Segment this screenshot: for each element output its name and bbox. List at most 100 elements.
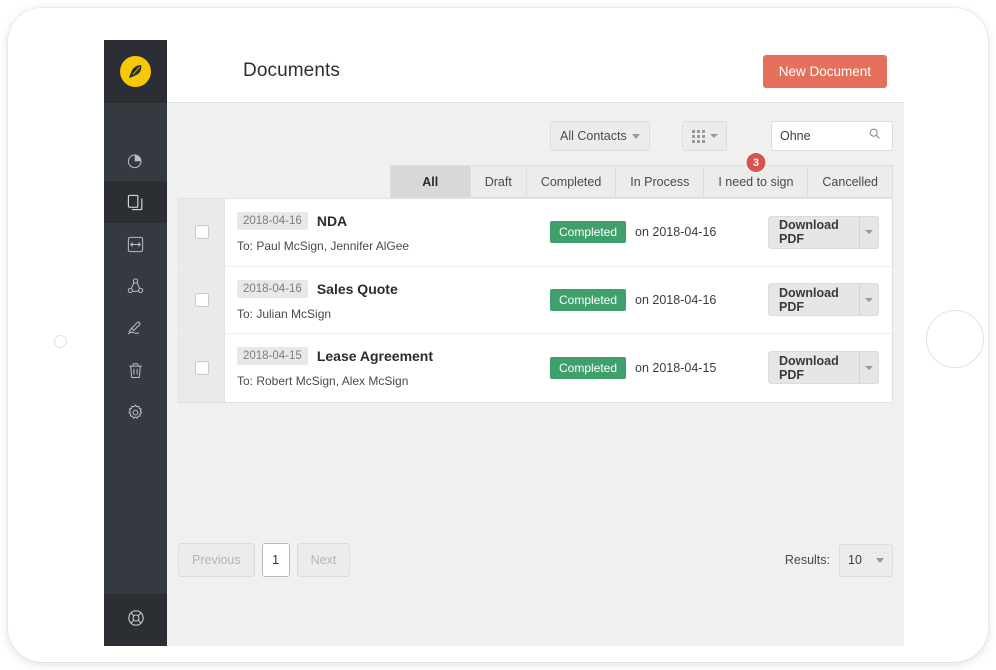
- search-box[interactable]: [771, 121, 893, 151]
- new-document-button[interactable]: New Document: [762, 55, 887, 88]
- tab-badge-count: 3: [745, 152, 767, 173]
- template-icon: [126, 235, 145, 254]
- status-badge: Completed: [550, 356, 627, 379]
- status-badge: Completed: [550, 288, 627, 311]
- document-date: 2018-04-15: [237, 347, 308, 365]
- document-info: 2018-04-15 Lease Agreement To: Robert McSi…: [225, 334, 550, 402]
- row-checkbox[interactable]: [194, 292, 209, 307]
- download-pdf-button[interactable]: Download PDF: [769, 217, 859, 248]
- pagination: Previous 1 Next Results: 10: [178, 543, 893, 577]
- tab-label: Completed: [540, 174, 602, 189]
- app-screen: Documents New Document All Contacts Ohne…: [104, 40, 904, 646]
- sidebar-item-help[interactable]: [104, 594, 167, 646]
- tabs-container: All Draft Completed In Process I need to sig…: [167, 152, 904, 198]
- search-input[interactable]: [780, 129, 868, 143]
- download-options-dropdown[interactable]: [858, 284, 878, 316]
- download-options-dropdown[interactable]: [858, 352, 878, 384]
- content-area: All Contacts Ohne All Draft Completed In…: [167, 103, 904, 646]
- sidebar-item-trash[interactable]: [104, 349, 167, 391]
- feather-quill-icon: [120, 56, 151, 87]
- document-name[interactable]: NDA: [317, 213, 347, 229]
- contacts-filter-dropdown[interactable]: All Contacts: [550, 121, 650, 151]
- row-checkbox[interactable]: [194, 225, 209, 240]
- document-info: 2018-04-16 Sales Quote To: Julian McSign: [225, 267, 550, 334]
- tab-i-need-to-sign[interactable]: I need to sign 3: [704, 152, 809, 198]
- filter-tabs: All Draft Completed In Process I need to sig…: [389, 152, 893, 198]
- download-pdf-button[interactable]: Download PDF: [769, 284, 859, 315]
- document-date: 2018-04-16: [237, 212, 308, 230]
- results-count-dropdown[interactable]: 10: [839, 543, 893, 577]
- next-page-button[interactable]: Next: [296, 543, 351, 577]
- lifebuoy-icon: [126, 608, 146, 633]
- documents-table: 2018-04-16 NDA To: Paul McSign, Jennifer A…: [178, 198, 893, 403]
- table-row[interactable]: 2018-04-15 Lease Agreement To: Robert McSi…: [179, 334, 892, 402]
- row-select-cell: [179, 334, 225, 402]
- page-title: Documents: [243, 60, 340, 81]
- page-number-1[interactable]: 1: [261, 543, 290, 577]
- sidebar-item-templates[interactable]: [104, 223, 167, 265]
- download-pdf-button-group[interactable]: Download PDF: [768, 351, 879, 385]
- chevron-down-icon: [864, 365, 873, 370]
- chevron-down-icon: [632, 133, 640, 139]
- status-date: on 2018-04-16: [635, 292, 717, 307]
- home-button[interactable]: [926, 310, 984, 368]
- status-date: on 2018-04-16: [635, 225, 717, 240]
- app-logo[interactable]: [104, 40, 167, 103]
- tab-cancelled[interactable]: Cancelled: [808, 165, 893, 198]
- sidebar-item-dashboard[interactable]: [104, 139, 167, 181]
- chevron-down-icon: [876, 557, 884, 563]
- view-toggle-button[interactable]: [682, 121, 727, 151]
- sidebar-item-documents[interactable]: [104, 181, 167, 223]
- document-date: 2018-04-16: [237, 279, 308, 298]
- toolbar: All Contacts: [167, 103, 904, 168]
- contacts-group-icon: [126, 277, 145, 296]
- document-info: 2018-04-16 NDA To: Paul McSign, Jennifer A…: [225, 199, 550, 266]
- document-name[interactable]: Sales Quote: [317, 281, 398, 297]
- tab-in-process[interactable]: In Process: [616, 165, 705, 198]
- document-status-cell: Completed on 2018-04-16: [550, 199, 768, 266]
- download-options-dropdown[interactable]: [858, 216, 878, 248]
- sidebar-item-signatures[interactable]: [104, 307, 167, 349]
- document-recipients: To: Julian McSign: [237, 306, 332, 321]
- tab-all[interactable]: All: [389, 165, 471, 198]
- camera-icon: [54, 335, 67, 348]
- sidebar-item-contacts[interactable]: [104, 265, 167, 307]
- tab-completed[interactable]: Completed: [526, 165, 617, 198]
- tab-draft[interactable]: Draft: [470, 165, 527, 198]
- document-recipients: To: Paul McSign, Jennifer AlGee: [237, 239, 410, 253]
- tablet-frame: Documents New Document All Contacts Ohne…: [8, 8, 988, 662]
- results-count-value: 10: [848, 553, 862, 567]
- gear-icon: [126, 403, 145, 422]
- app-header: Documents New Document: [167, 40, 904, 103]
- document-action-cell: Download PDF: [768, 267, 892, 334]
- document-action-cell: Download PDF: [768, 334, 892, 402]
- grid-view-icon: [691, 129, 705, 143]
- row-checkbox[interactable]: [194, 360, 209, 375]
- hand-sign-icon: [126, 319, 145, 338]
- results-label: Results:: [784, 553, 830, 567]
- document-recipients: To: Robert McSign, Alex McSign: [237, 374, 409, 388]
- search-icon[interactable]: [868, 127, 881, 145]
- pie-chart-icon: [126, 151, 145, 170]
- status-badge: Completed: [550, 221, 627, 244]
- download-pdf-button-group[interactable]: Download PDF: [768, 215, 879, 249]
- chevron-down-icon: [864, 297, 873, 302]
- tab-label: All: [422, 174, 439, 189]
- download-pdf-button-group[interactable]: Download PDF: [768, 283, 879, 317]
- documents-icon: [126, 193, 145, 212]
- table-row[interactable]: 2018-04-16 NDA To: Paul McSign, Jennifer A…: [179, 199, 892, 267]
- download-pdf-button[interactable]: Download PDF: [769, 352, 859, 383]
- previous-page-button[interactable]: Previous: [178, 543, 255, 577]
- sidebar-item-settings[interactable]: [104, 391, 167, 433]
- table-row[interactable]: 2018-04-16 Sales Quote To: Julian McSign Co…: [179, 266, 892, 334]
- document-name[interactable]: Lease Agreement: [317, 348, 433, 364]
- document-status-cell: Completed on 2018-04-15: [550, 334, 768, 402]
- results-per-page: Results: 10: [784, 543, 893, 577]
- sidebar: [104, 40, 167, 646]
- tab-label: I need to sign: [718, 174, 794, 189]
- tab-label: Draft: [484, 174, 512, 189]
- row-select-cell: [179, 266, 225, 333]
- trash-icon: [126, 361, 145, 380]
- contacts-filter-value: All Contacts: [560, 129, 627, 143]
- row-select-cell: [179, 199, 225, 266]
